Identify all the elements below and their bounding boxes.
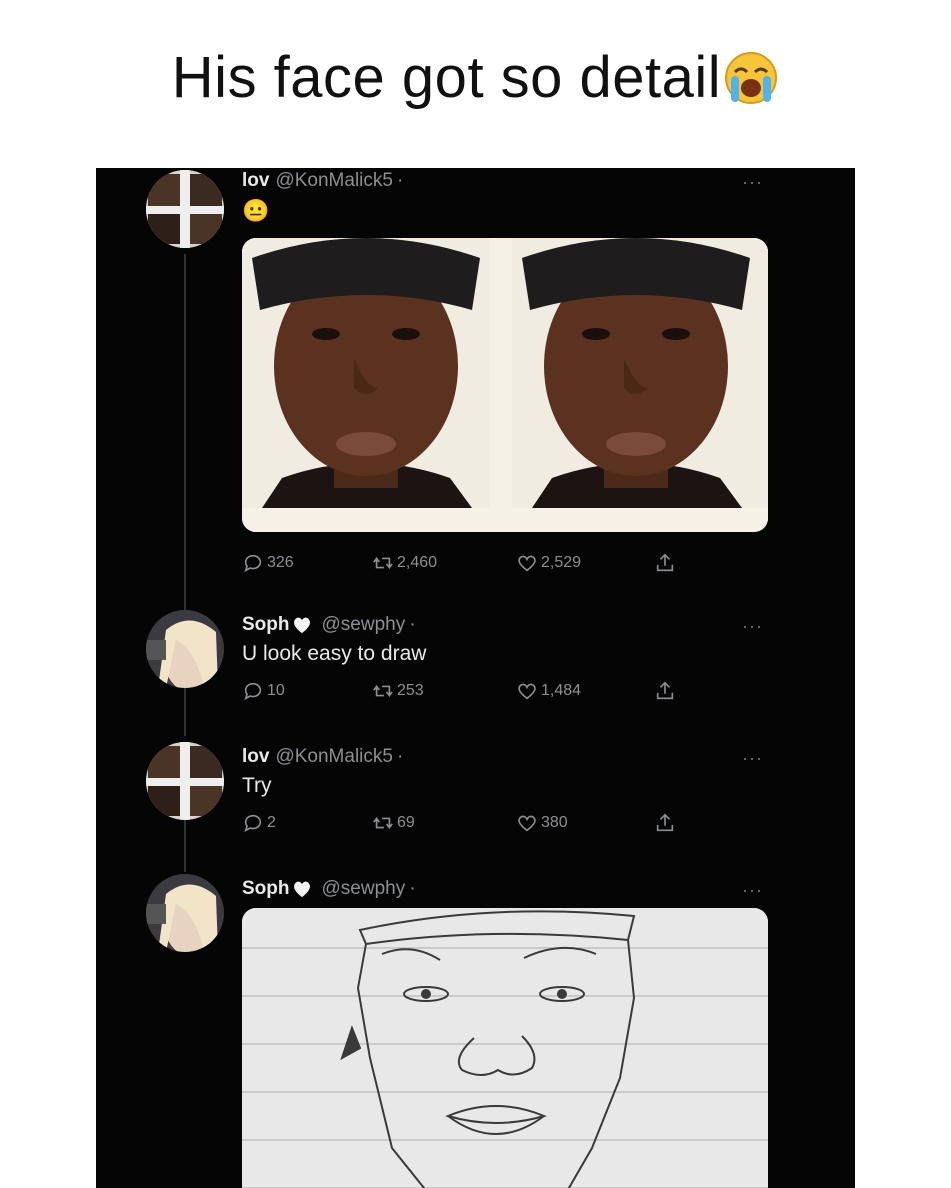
tweet-text: Try bbox=[242, 774, 272, 797]
like-button[interactable]: 2,529 bbox=[516, 552, 581, 574]
tweet-media[interactable] bbox=[242, 908, 768, 1188]
retweet-button[interactable]: 253 bbox=[372, 680, 424, 702]
tweet-actions: 2 69 380 bbox=[242, 812, 682, 836]
tweet-header: Soph @sewphy · bbox=[242, 878, 416, 900]
tweet-text: U look easy to draw bbox=[242, 642, 427, 665]
retweet-count: 253 bbox=[397, 682, 424, 699]
reply-count: 326 bbox=[267, 554, 294, 571]
avatar[interactable] bbox=[146, 610, 224, 688]
reply-button[interactable]: 2 bbox=[242, 812, 276, 834]
like-button[interactable]: 1,484 bbox=[516, 680, 581, 702]
tweet-header: Soph @sewphy · bbox=[242, 614, 416, 636]
white-heart-icon bbox=[293, 617, 310, 634]
share-button[interactable] bbox=[654, 680, 679, 702]
like-count: 2,529 bbox=[541, 554, 582, 571]
display-name[interactable]: Soph bbox=[242, 878, 290, 900]
thread-line bbox=[184, 254, 186, 614]
reply-button[interactable]: 10 bbox=[242, 680, 285, 702]
retweet-button[interactable]: 2,460 bbox=[372, 552, 437, 574]
pencil-sketch-image bbox=[242, 908, 768, 1188]
white-heart-icon bbox=[293, 881, 310, 898]
tweet-actions: 326 2,460 2,529 bbox=[242, 552, 682, 576]
tweet-media[interactable] bbox=[242, 238, 768, 532]
more-options-icon[interactable]: ··· bbox=[742, 172, 763, 193]
share-icon bbox=[656, 813, 674, 832]
separator-dot: · bbox=[396, 170, 404, 191]
caption-text: His face got so detail bbox=[171, 45, 722, 110]
share-button[interactable] bbox=[654, 812, 679, 834]
retweet-count: 2,460 bbox=[397, 554, 438, 571]
retweet-button[interactable]: 69 bbox=[372, 812, 415, 834]
display-name[interactable]: Soph bbox=[242, 614, 290, 636]
more-options-icon[interactable]: ··· bbox=[742, 616, 763, 637]
retweet-icon bbox=[373, 557, 393, 569]
avatar[interactable] bbox=[146, 874, 224, 952]
tweet-header: lov @KonMalick5 · bbox=[242, 746, 403, 768]
share-icon bbox=[656, 681, 674, 700]
heart-icon bbox=[518, 815, 536, 832]
share-icon bbox=[656, 553, 674, 572]
tweet-actions: 10 253 1,484 bbox=[242, 680, 682, 704]
handle[interactable]: @sewphy bbox=[322, 614, 406, 636]
reply-button[interactable]: 326 bbox=[242, 552, 294, 574]
handle[interactable]: @sewphy bbox=[322, 878, 406, 900]
separator-dot: · bbox=[396, 746, 404, 767]
heart-icon bbox=[518, 555, 536, 572]
retweet-icon bbox=[373, 817, 393, 829]
thread-line bbox=[184, 820, 186, 872]
reply-icon bbox=[244, 814, 262, 832]
reply-icon bbox=[244, 554, 262, 572]
reply-icon bbox=[244, 682, 262, 700]
display-name[interactable]: lov bbox=[242, 746, 269, 768]
reply-count: 10 bbox=[267, 682, 285, 699]
separator-dot: · bbox=[409, 614, 416, 635]
more-options-icon[interactable]: ··· bbox=[742, 880, 763, 901]
share-button[interactable] bbox=[654, 552, 679, 574]
tweet-header: lov @KonMalick5 · bbox=[242, 170, 403, 192]
like-count: 380 bbox=[541, 814, 568, 831]
separator-dot: · bbox=[409, 878, 416, 899]
more-options-icon[interactable]: ··· bbox=[742, 748, 763, 769]
thread-line bbox=[184, 688, 186, 736]
tweet-text: 😐 bbox=[242, 198, 270, 223]
like-count: 1,484 bbox=[541, 682, 582, 699]
portrait-photos-image bbox=[242, 238, 768, 532]
display-name[interactable]: lov bbox=[242, 170, 269, 192]
like-button[interactable]: 380 bbox=[516, 812, 568, 834]
heart-icon bbox=[518, 683, 536, 700]
meme-caption: His face got so detail bbox=[0, 44, 951, 111]
reply-count: 2 bbox=[267, 814, 276, 831]
avatar[interactable] bbox=[146, 742, 224, 820]
avatar[interactable] bbox=[146, 170, 224, 248]
retweet-count: 69 bbox=[397, 814, 415, 831]
handle[interactable]: @KonMalick5 bbox=[275, 170, 393, 192]
crying-face-icon bbox=[725, 51, 778, 104]
handle[interactable]: @KonMalick5 bbox=[275, 746, 393, 768]
retweet-icon bbox=[373, 685, 393, 697]
twitter-thread-screenshot: lov @KonMalick5 · ··· 😐 326 2,460 2,529 … bbox=[96, 168, 855, 1188]
